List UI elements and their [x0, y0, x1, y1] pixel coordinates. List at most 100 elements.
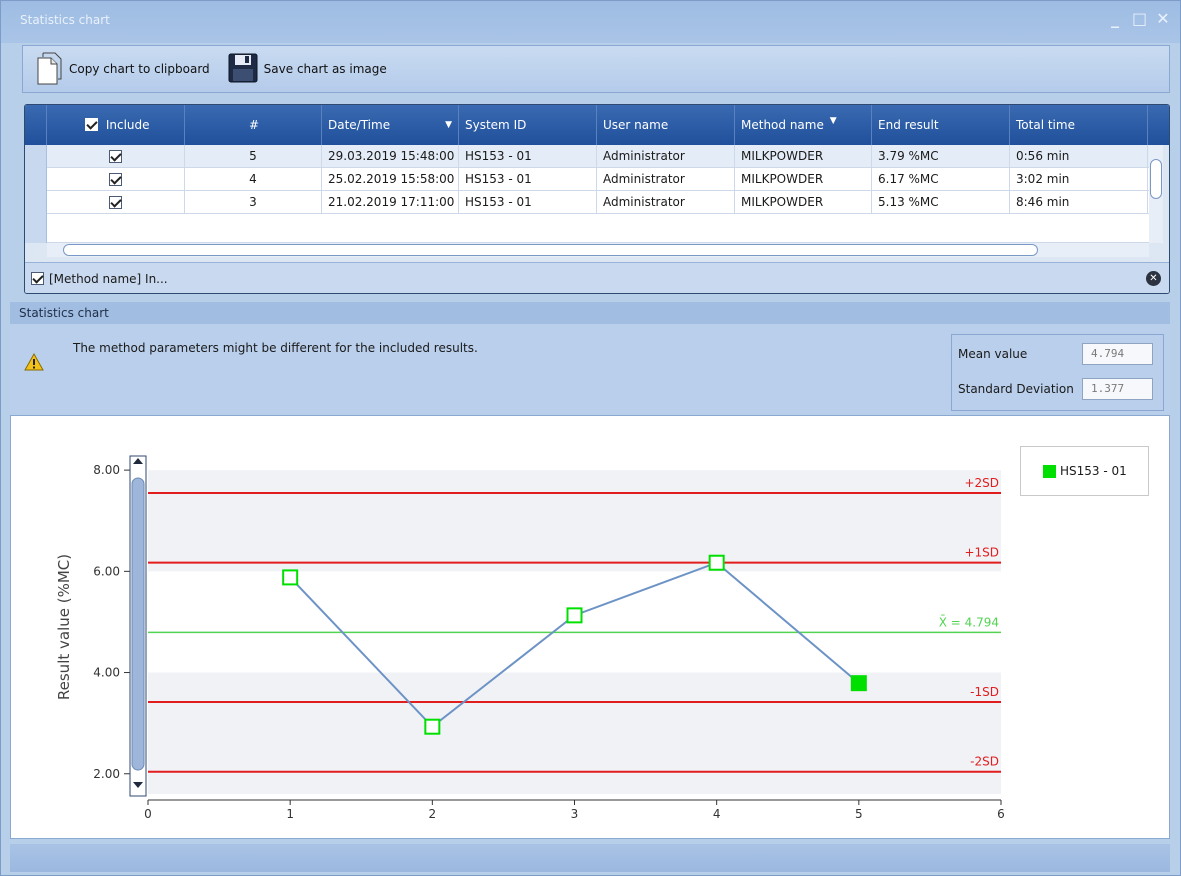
copy-chart-label: Copy chart to clipboard — [69, 62, 210, 76]
include-checkbox[interactable] — [109, 173, 122, 186]
table-row[interactable]: 4 25.02.2019 15:58:00 HS153 - 01 Adminis… — [25, 168, 1149, 191]
row-indicator[interactable] — [25, 168, 47, 191]
clear-filter-icon[interactable]: ✕ — [1146, 271, 1161, 286]
row-indicator[interactable] — [25, 191, 47, 214]
reference-line-label: -1SD — [970, 685, 999, 699]
include-cell[interactable] — [47, 145, 185, 168]
x-tick-label: 2 — [429, 807, 437, 821]
x-tick-label: 6 — [997, 807, 1005, 821]
filter-text[interactable]: [Method name] In... — [49, 272, 168, 286]
system-id-cell: HS153 - 01 — [459, 168, 597, 191]
standard-deviation-label: Standard Deviation — [958, 382, 1074, 396]
reference-line-label: X̄ = 4.794 — [939, 615, 999, 629]
row-indicator[interactable] — [25, 145, 47, 168]
data-point[interactable] — [424, 718, 441, 735]
mean-value-field[interactable]: 4.794 — [1082, 343, 1153, 365]
y-tick-label: 4.00 — [93, 666, 120, 680]
column-number[interactable]: # — [185, 105, 322, 145]
copy-chart-button[interactable]: Copy chart to clipboard — [35, 51, 210, 87]
datetime-cell: 21.02.2019 17:11:00 — [322, 191, 459, 214]
floppy-disk-icon — [228, 53, 258, 86]
include-cell[interactable] — [47, 191, 185, 214]
chart-scroll-thumb[interactable] — [131, 477, 145, 771]
document-copy-icon — [35, 51, 63, 88]
row-indicator-header — [25, 105, 47, 145]
close-icon[interactable]: ✕ — [1156, 9, 1170, 29]
data-point[interactable] — [282, 569, 299, 586]
total-time-cell: 0:56 min — [1010, 145, 1148, 168]
chart-band — [148, 672, 1001, 774]
title-bar: Statistics chart _ □ ✕ — [1, 1, 1180, 43]
column-include-label: Include — [105, 118, 150, 132]
column-datetime[interactable]: Date/Time ▼ — [322, 105, 459, 145]
data-point[interactable] — [850, 675, 867, 692]
x-tick-label: 0 — [144, 807, 152, 821]
x-tick-label: 4 — [713, 807, 721, 821]
toolbar: Copy chart to clipboard Save chart as im… — [22, 45, 1170, 93]
row-indicator[interactable] — [25, 214, 47, 243]
y-axis-label: Result value (%MC) — [55, 554, 73, 700]
status-bar — [10, 844, 1170, 872]
column-include[interactable]: Include — [47, 105, 185, 145]
include-all-checkbox[interactable] — [85, 118, 98, 131]
legend-swatch — [1043, 464, 1056, 478]
chart-svg: +2SD +1SD X̄ = 4.794 -1SD -2SD 0 1 2 3 4 5 6 8.00 6.… — [55, 455, 1005, 821]
horizontal-scroll-thumb[interactable] — [63, 244, 1038, 256]
maximize-icon[interactable]: □ — [1132, 9, 1147, 29]
datetime-cell: 29.03.2019 15:48:00 — [322, 145, 459, 168]
table-row-partial[interactable] — [25, 214, 1149, 243]
include-checkbox[interactable] — [109, 196, 122, 209]
sort-desc-icon: ▼ — [445, 120, 452, 130]
chart-band — [148, 470, 1001, 572]
vertical-scroll-thumb[interactable] — [1150, 159, 1162, 199]
include-cell[interactable] — [47, 168, 185, 191]
column-end-result[interactable]: End result — [872, 105, 1010, 145]
end-result-cell: 5.13 %MC — [872, 191, 1010, 214]
table-row[interactable]: 5 29.03.2019 15:48:00 HS153 - 01 Adminis… — [25, 145, 1149, 168]
reference-line-label: -2SD — [970, 755, 999, 769]
include-checkbox[interactable] — [109, 150, 122, 163]
data-point[interactable] — [708, 554, 725, 571]
standard-deviation-field[interactable]: 1.377 — [1082, 378, 1153, 400]
statistics-section-title: Statistics chart — [10, 302, 1170, 324]
column-user-name[interactable]: User name — [597, 105, 735, 145]
x-tick-label: 5 — [855, 807, 863, 821]
total-time-cell: 3:02 min — [1010, 168, 1148, 191]
column-method-name[interactable]: Method name ▼ — [735, 105, 872, 145]
number-cell: 3 — [185, 191, 322, 214]
vertical-scrollbar[interactable] — [1149, 145, 1163, 243]
warning-text: The method parameters might be different… — [73, 341, 478, 355]
total-time-cell: 8:46 min — [1010, 191, 1148, 214]
chart-zoom-scrollbar[interactable] — [129, 455, 147, 797]
save-chart-button[interactable]: Save chart as image — [228, 51, 387, 87]
mean-value-label: Mean value — [958, 347, 1028, 361]
statistics-chart: +2SD +1SD X̄ = 4.794 -1SD -2SD 0 1 2 3 4 5 6 8.00 6.… — [10, 415, 1170, 839]
grid-header: Include # Date/Time ▼ System ID User nam… — [25, 105, 1169, 145]
filter-bar: [Method name] In... ✕ — [25, 262, 1169, 293]
statistics-info: The method parameters might be different… — [10, 325, 1170, 413]
number-cell: 4 — [185, 168, 322, 191]
save-chart-label: Save chart as image — [263, 62, 387, 76]
number-cell: 5 — [185, 145, 322, 168]
user-name-cell: Administrator — [597, 191, 735, 214]
y-tick-label: 2.00 — [93, 767, 120, 781]
end-result-cell: 3.79 %MC — [872, 145, 1010, 168]
user-name-cell: Administrator — [597, 145, 735, 168]
minimize-icon[interactable]: _ — [1108, 9, 1122, 29]
system-id-cell: HS153 - 01 — [459, 191, 597, 214]
window-title: Statistics chart — [20, 13, 110, 27]
column-system-id[interactable]: System ID — [459, 105, 597, 145]
results-grid: Include # Date/Time ▼ System ID User nam… — [24, 104, 1170, 294]
horizontal-scrollbar[interactable] — [47, 243, 1149, 257]
legend-series-label: HS153 - 01 — [1060, 464, 1127, 478]
system-id-cell: HS153 - 01 — [459, 145, 597, 168]
column-total-time[interactable]: Total time — [1010, 105, 1148, 145]
filter-icon[interactable]: ▼ — [830, 116, 837, 126]
warning-icon — [24, 352, 44, 374]
table-row[interactable]: 3 21.02.2019 17:11:00 HS153 - 01 Adminis… — [25, 191, 1149, 214]
statistics-window: Statistics chart _ □ ✕ Copy chart to cli… — [0, 0, 1181, 876]
method-name-cell: MILKPOWDER — [735, 168, 872, 191]
chart-legend: HS153 - 01 — [1020, 446, 1149, 496]
filter-enabled-checkbox[interactable] — [31, 272, 44, 285]
data-point[interactable] — [566, 607, 583, 624]
